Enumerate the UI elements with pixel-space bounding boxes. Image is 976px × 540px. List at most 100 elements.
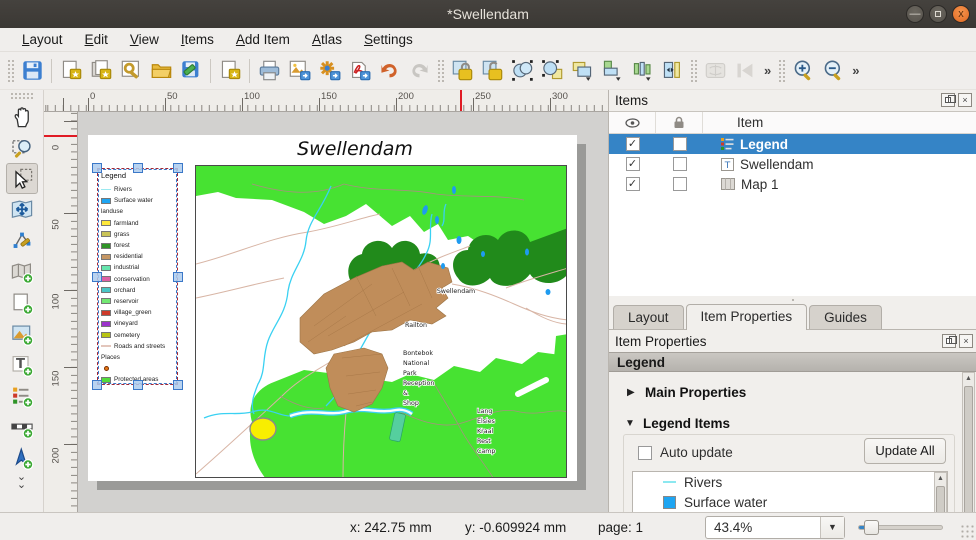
- new-layout-button[interactable]: [56, 56, 86, 86]
- save-as-template-button[interactable]: [176, 56, 206, 86]
- items-row-legend[interactable]: ✓ Legend: [609, 134, 976, 154]
- zoom-out-button[interactable]: [818, 56, 848, 86]
- zoom-slider-handle[interactable]: [864, 520, 879, 535]
- move-content-tool-button[interactable]: [6, 194, 38, 225]
- close-button[interactable]: x: [952, 5, 970, 23]
- selection-handle[interactable]: [92, 380, 102, 390]
- unlock-all-button[interactable]: [477, 56, 507, 86]
- menu-item[interactable]: Atlas: [302, 29, 352, 50]
- resize-items-button[interactable]: [657, 56, 687, 86]
- panel-splitter[interactable]: [609, 296, 976, 304]
- menu-item[interactable]: Settings: [354, 29, 423, 50]
- float-panel-button[interactable]: [942, 334, 956, 348]
- add-map-button[interactable]: [6, 256, 38, 287]
- selection-handle[interactable]: [92, 272, 102, 282]
- tab-layout[interactable]: Layout: [613, 305, 684, 329]
- visibility-checkbox[interactable]: ✓: [626, 177, 640, 191]
- close-panel-button[interactable]: ×: [958, 93, 972, 107]
- toolbar-grip[interactable]: [778, 59, 785, 83]
- items-row-map1[interactable]: ✓ Map 1: [609, 174, 976, 194]
- lock-items-button[interactable]: [447, 56, 477, 86]
- items-row-swellendam[interactable]: ✓ T Swellendam: [609, 154, 976, 174]
- vertical-ruler[interactable]: 0 50 100 150 200: [44, 112, 78, 512]
- toolbar-overflow-button[interactable]: »: [848, 63, 863, 78]
- selection-handle[interactable]: [173, 272, 183, 282]
- selection-handle[interactable]: [133, 380, 143, 390]
- selection-handle[interactable]: [92, 163, 102, 173]
- visibility-checkbox[interactable]: ✓: [626, 157, 640, 171]
- close-panel-button[interactable]: ×: [959, 334, 973, 348]
- tab-item-properties[interactable]: Item Properties: [686, 304, 808, 330]
- update-all-button[interactable]: Update All: [864, 438, 946, 464]
- menu-item[interactable]: Edit: [75, 29, 118, 50]
- undo-button[interactable]: [374, 56, 404, 86]
- menu-item[interactable]: View: [120, 29, 169, 50]
- visibility-checkbox[interactable]: ✓: [626, 137, 640, 151]
- layout-canvas[interactable]: Swellendam: [78, 112, 608, 512]
- toolbar-grip[interactable]: [10, 92, 34, 99]
- add-picture-button[interactable]: [6, 318, 38, 349]
- export-pdf-button[interactable]: [344, 56, 374, 86]
- menu-item[interactable]: Items: [171, 29, 224, 50]
- atlas-first-feature-button[interactable]: [730, 56, 760, 86]
- map-item[interactable]: Swellendam Railton Bontebok National Par…: [195, 165, 567, 478]
- layout-page[interactable]: Swellendam: [88, 135, 577, 481]
- open-template-button[interactable]: [146, 56, 176, 86]
- auto-update-checkbox[interactable]: [638, 446, 652, 460]
- collapsed-expander-icon[interactable]: ▶: [627, 387, 637, 398]
- lock-checkbox[interactable]: [673, 137, 687, 151]
- export-image-button[interactable]: [284, 56, 314, 86]
- preview-atlas-button[interactable]: [700, 56, 730, 86]
- save-project-button[interactable]: [17, 56, 47, 86]
- pan-tool-button[interactable]: [6, 101, 38, 132]
- distribute-items-button[interactable]: [627, 56, 657, 86]
- toolbar-grip[interactable]: [437, 59, 444, 83]
- align-items-button[interactable]: [597, 56, 627, 86]
- horizontal-ruler[interactable]: 0 50 100 150 200 250 300: [44, 90, 608, 112]
- legend-item[interactable]: Legend Rivers Surface water: [97, 168, 178, 385]
- toolbar-grip[interactable]: [7, 59, 14, 83]
- export-svg-button[interactable]: [314, 56, 344, 86]
- add-3d-map-button[interactable]: [6, 287, 38, 318]
- zoom-in-button[interactable]: [788, 56, 818, 86]
- zoom-tool-button[interactable]: [6, 132, 38, 163]
- group-items-button[interactable]: [507, 56, 537, 86]
- menu-item[interactable]: Layout: [12, 29, 73, 50]
- duplicate-layout-button[interactable]: [86, 56, 116, 86]
- add-label-button[interactable]: T: [6, 349, 38, 380]
- lock-checkbox[interactable]: [673, 157, 687, 171]
- menu-item[interactable]: Add Item: [226, 29, 300, 50]
- add-north-arrow-button[interactable]: [6, 442, 38, 473]
- ungroup-items-button[interactable]: [537, 56, 567, 86]
- tree-row-rivers[interactable]: Rivers: [633, 472, 947, 492]
- combobox-dropdown-arrow[interactable]: ▼: [820, 517, 844, 538]
- raise-items-button[interactable]: [567, 56, 597, 86]
- edit-nodes-tool-button[interactable]: [6, 225, 38, 256]
- selection-handle[interactable]: [173, 163, 183, 173]
- tree-row-surface-water[interactable]: Surface water: [633, 492, 947, 512]
- zoom-level-combobox[interactable]: 43.4% ▼: [705, 516, 845, 539]
- map-title-label-item[interactable]: Swellendam: [255, 138, 455, 160]
- expanded-expander-icon[interactable]: ▼: [625, 418, 635, 429]
- layout-manager-button[interactable]: [116, 56, 146, 86]
- legend-items-section[interactable]: ▼ Legend Items: [625, 416, 730, 431]
- float-panel-button[interactable]: [941, 93, 955, 107]
- lock-checkbox[interactable]: [673, 177, 687, 191]
- toolbar-overflow-button[interactable]: »: [760, 63, 775, 78]
- toolbar-overflow-chevron[interactable]: ⌄⌄: [17, 473, 26, 489]
- tab-guides[interactable]: Guides: [809, 305, 882, 329]
- add-scalebar-button[interactable]: [6, 411, 38, 442]
- select-move-item-tool-button[interactable]: [6, 163, 38, 194]
- main-properties-section[interactable]: ▶ Main Properties: [627, 385, 746, 400]
- print-button[interactable]: [254, 56, 284, 86]
- add-pages-button[interactable]: [215, 56, 245, 86]
- add-legend-button[interactable]: [6, 380, 38, 411]
- redo-button[interactable]: [404, 56, 434, 86]
- toolbar-grip[interactable]: [690, 59, 697, 83]
- selection-handle[interactable]: [133, 163, 143, 173]
- minimize-button[interactable]: —: [906, 5, 924, 23]
- maximize-button[interactable]: [929, 5, 947, 23]
- zoom-slider[interactable]: [858, 525, 943, 530]
- window-resize-grip[interactable]: [960, 524, 974, 538]
- selection-handle[interactable]: [173, 380, 183, 390]
